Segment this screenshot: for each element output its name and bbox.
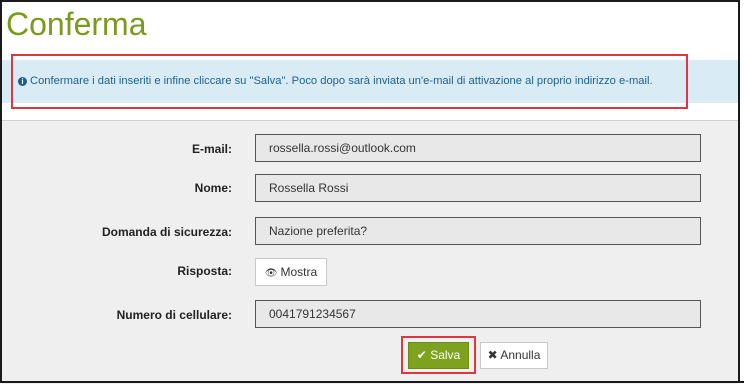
email-label: E-mail: (191, 142, 232, 156)
security-question-label: Domanda di sicurezza: (101, 225, 232, 239)
info-message: i Confermare i dati inseriti e infine cli… (18, 75, 653, 87)
info-message-text: Confermare i dati inseriti e infine clic… (30, 75, 653, 87)
security-question-field[interactable]: Nazione preferita? (255, 217, 701, 245)
show-answer-label: Mostra (280, 265, 318, 279)
name-field[interactable]: Rossella Rossi (255, 174, 701, 202)
show-answer-button[interactable]: 👁 Mostra (255, 258, 327, 286)
cancel-button[interactable]: ✖ Annulla (480, 342, 548, 369)
email-field[interactable]: rossella.rossi@outlook.com (255, 134, 701, 162)
mobile-field[interactable]: 0041791234567 (255, 300, 701, 328)
cancel-label: Annulla (500, 348, 541, 362)
page-title: Conferma (6, 6, 147, 42)
x-icon: ✖ (487, 348, 498, 362)
name-label: Nome: (194, 181, 232, 195)
eye-icon: 👁 (264, 268, 278, 279)
save-label: Salva (430, 348, 461, 362)
mobile-label: Numero di cellulare: (116, 308, 232, 322)
save-button[interactable]: ✔ Salva (408, 342, 469, 369)
info-circle-icon: i (18, 77, 27, 86)
answer-label: Risposta: (177, 264, 232, 278)
check-icon: ✔ (416, 348, 427, 362)
